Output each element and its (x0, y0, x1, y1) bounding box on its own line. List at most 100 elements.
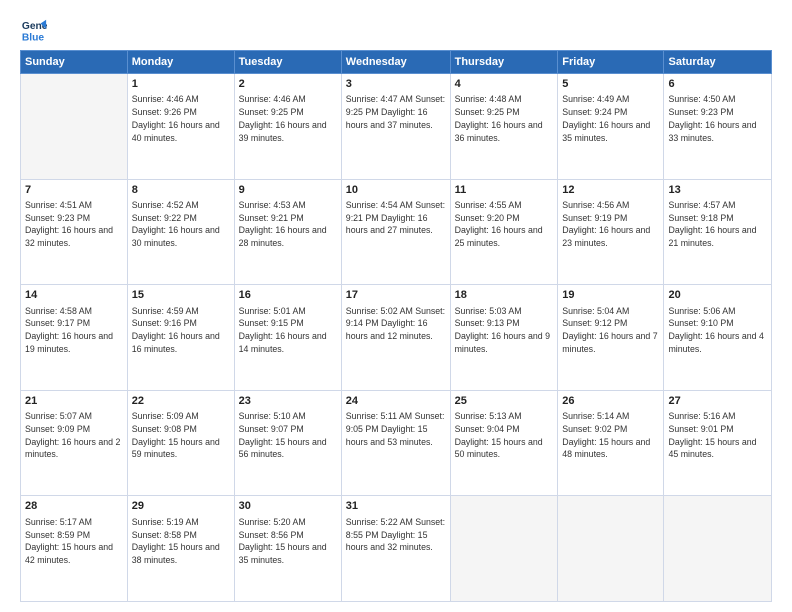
calendar-cell: 14 Sunrise: 4:58 AM Sunset: 9:17 PM Dayli… (21, 285, 128, 391)
calendar-cell: 17 Sunrise: 5:02 AM Sunset: 9:14 PM Dayli… (341, 285, 450, 391)
calendar-cell: 24Sunrise: 5:11 AM Sunset: 9:05 PM Dayli… (341, 390, 450, 496)
day-number: 24 (346, 394, 446, 409)
calendar-cell (664, 496, 772, 602)
day-number: 10 (346, 183, 446, 198)
day-number: 9 (239, 183, 337, 198)
day-info: Sunrise: 4:48 AM Sunset: 9:25 PM Dayligh… (455, 93, 554, 144)
calendar-cell (450, 496, 558, 602)
week-row-5: 28 Sunrise: 5:17 AM Sunset: 8:59 PM Dayli… (21, 496, 772, 602)
day-number: 23 (239, 394, 337, 409)
day-number: 31 (346, 499, 446, 514)
day-info: Sunrise: 5:04 AM Sunset: 9:12 PM Dayligh… (562, 305, 659, 356)
calendar-cell: 31 Sunrise: 5:22 AM Sunset: 8:55 PM Dayli… (341, 496, 450, 602)
day-info: Sunrise: 4:50 AM Sunset: 9:23 PM Dayligh… (668, 93, 767, 144)
day-info: Sunrise: 5:17 AM Sunset: 8:59 PM Dayligh… (25, 516, 123, 567)
calendar-cell: 25Sunrise: 5:13 AM Sunset: 9:04 PM Dayli… (450, 390, 558, 496)
day-number: 13 (668, 183, 767, 198)
day-info: Sunrise: 4:47 AM Sunset: 9:25 PM Dayligh… (346, 93, 446, 131)
day-number: 2 (239, 77, 337, 92)
day-info: Sunrise: 4:54 AM Sunset: 9:21 PM Dayligh… (346, 199, 446, 237)
day-header-sunday: Sunday (21, 51, 128, 74)
day-info: Sunrise: 4:56 AM Sunset: 9:19 PM Dayligh… (562, 199, 659, 250)
calendar-cell: 1Sunrise: 4:46 AM Sunset: 9:26 PM Daylig… (127, 74, 234, 180)
day-header-friday: Friday (558, 51, 664, 74)
day-number: 16 (239, 288, 337, 303)
day-header-wednesday: Wednesday (341, 51, 450, 74)
logo-icon: General Blue (20, 16, 48, 44)
day-info: Sunrise: 5:01 AM Sunset: 9:15 PM Dayligh… (239, 305, 337, 356)
week-row-4: 21Sunrise: 5:07 AM Sunset: 9:09 PM Dayli… (21, 390, 772, 496)
day-number: 7 (25, 183, 123, 198)
day-number: 14 (25, 288, 123, 303)
day-number: 26 (562, 394, 659, 409)
week-row-2: 7Sunrise: 4:51 AM Sunset: 9:23 PM Daylig… (21, 179, 772, 285)
day-number: 19 (562, 288, 659, 303)
calendar-cell: 13Sunrise: 4:57 AM Sunset: 9:18 PM Dayli… (664, 179, 772, 285)
day-info: Sunrise: 5:06 AM Sunset: 9:10 PM Dayligh… (668, 305, 767, 356)
day-number: 27 (668, 394, 767, 409)
day-info: Sunrise: 5:03 AM Sunset: 9:13 PM Dayligh… (455, 305, 554, 356)
day-info: Sunrise: 4:57 AM Sunset: 9:18 PM Dayligh… (668, 199, 767, 250)
day-header-saturday: Saturday (664, 51, 772, 74)
calendar-cell: 6Sunrise: 4:50 AM Sunset: 9:23 PM Daylig… (664, 74, 772, 180)
calendar-cell: 15Sunrise: 4:59 AM Sunset: 9:16 PM Dayli… (127, 285, 234, 391)
day-number: 18 (455, 288, 554, 303)
day-number: 25 (455, 394, 554, 409)
day-info: Sunrise: 5:10 AM Sunset: 9:07 PM Dayligh… (239, 410, 337, 461)
day-number: 11 (455, 183, 554, 198)
day-header-tuesday: Tuesday (234, 51, 341, 74)
day-number: 1 (132, 77, 230, 92)
week-row-3: 14 Sunrise: 4:58 AM Sunset: 9:17 PM Dayli… (21, 285, 772, 391)
calendar-cell: 26Sunrise: 5:14 AM Sunset: 9:02 PM Dayli… (558, 390, 664, 496)
day-number: 28 (25, 499, 123, 514)
day-number: 30 (239, 499, 337, 514)
calendar-cell: 2Sunrise: 4:46 AM Sunset: 9:25 PM Daylig… (234, 74, 341, 180)
day-info: Sunrise: 4:52 AM Sunset: 9:22 PM Dayligh… (132, 199, 230, 250)
day-info: Sunrise: 5:02 AM Sunset: 9:14 PM Dayligh… (346, 305, 446, 343)
calendar-cell: 28 Sunrise: 5:17 AM Sunset: 8:59 PM Dayli… (21, 496, 128, 602)
calendar-cell: 23Sunrise: 5:10 AM Sunset: 9:07 PM Dayli… (234, 390, 341, 496)
day-info: Sunrise: 4:46 AM Sunset: 9:25 PM Dayligh… (239, 93, 337, 144)
day-number: 6 (668, 77, 767, 92)
header: General Blue (20, 16, 772, 44)
svg-text:Blue: Blue (22, 32, 45, 43)
day-info: Sunrise: 4:49 AM Sunset: 9:24 PM Dayligh… (562, 93, 659, 144)
calendar-cell: 8Sunrise: 4:52 AM Sunset: 9:22 PM Daylig… (127, 179, 234, 285)
calendar-cell: 9Sunrise: 4:53 AM Sunset: 9:21 PM Daylig… (234, 179, 341, 285)
day-info: Sunrise: 5:20 AM Sunset: 8:56 PM Dayligh… (239, 516, 337, 567)
calendar-cell: 3Sunrise: 4:47 AM Sunset: 9:25 PM Daylig… (341, 74, 450, 180)
calendar-cell: 21Sunrise: 5:07 AM Sunset: 9:09 PM Dayli… (21, 390, 128, 496)
day-number: 29 (132, 499, 230, 514)
day-number: 20 (668, 288, 767, 303)
day-number: 8 (132, 183, 230, 198)
day-number: 5 (562, 77, 659, 92)
week-row-1: 1Sunrise: 4:46 AM Sunset: 9:26 PM Daylig… (21, 74, 772, 180)
day-info: Sunrise: 4:55 AM Sunset: 9:20 PM Dayligh… (455, 199, 554, 250)
calendar-table: SundayMondayTuesdayWednesdayThursdayFrid… (20, 50, 772, 602)
day-number: 22 (132, 394, 230, 409)
day-number: 12 (562, 183, 659, 198)
day-number: 3 (346, 77, 446, 92)
day-info: Sunrise: 5:22 AM Sunset: 8:55 PM Dayligh… (346, 516, 446, 554)
logo: General Blue (20, 16, 52, 44)
calendar-cell: 18 Sunrise: 5:03 AM Sunset: 9:13 PM Dayli… (450, 285, 558, 391)
day-header-thursday: Thursday (450, 51, 558, 74)
day-number: 4 (455, 77, 554, 92)
day-header-monday: Monday (127, 51, 234, 74)
day-info: Sunrise: 4:53 AM Sunset: 9:21 PM Dayligh… (239, 199, 337, 250)
day-info: Sunrise: 4:59 AM Sunset: 9:16 PM Dayligh… (132, 305, 230, 356)
calendar-cell: 29 Sunrise: 5:19 AM Sunset: 8:58 PM Dayli… (127, 496, 234, 602)
calendar-cell: 20 Sunrise: 5:06 AM Sunset: 9:10 PM Dayli… (664, 285, 772, 391)
calendar-cell: 19 Sunrise: 5:04 AM Sunset: 9:12 PM Dayli… (558, 285, 664, 391)
calendar-cell: 4Sunrise: 4:48 AM Sunset: 9:25 PM Daylig… (450, 74, 558, 180)
calendar-cell: 10Sunrise: 4:54 AM Sunset: 9:21 PM Dayli… (341, 179, 450, 285)
calendar-cell: 5Sunrise: 4:49 AM Sunset: 9:24 PM Daylig… (558, 74, 664, 180)
day-info: Sunrise: 5:16 AM Sunset: 9:01 PM Dayligh… (668, 410, 767, 461)
day-info: Sunrise: 4:58 AM Sunset: 9:17 PM Dayligh… (25, 305, 123, 356)
calendar-cell (558, 496, 664, 602)
day-number: 17 (346, 288, 446, 303)
day-info: Sunrise: 4:46 AM Sunset: 9:26 PM Dayligh… (132, 93, 230, 144)
calendar-cell: 22Sunrise: 5:09 AM Sunset: 9:08 PM Dayli… (127, 390, 234, 496)
day-info: Sunrise: 5:19 AM Sunset: 8:58 PM Dayligh… (132, 516, 230, 567)
day-number: 21 (25, 394, 123, 409)
